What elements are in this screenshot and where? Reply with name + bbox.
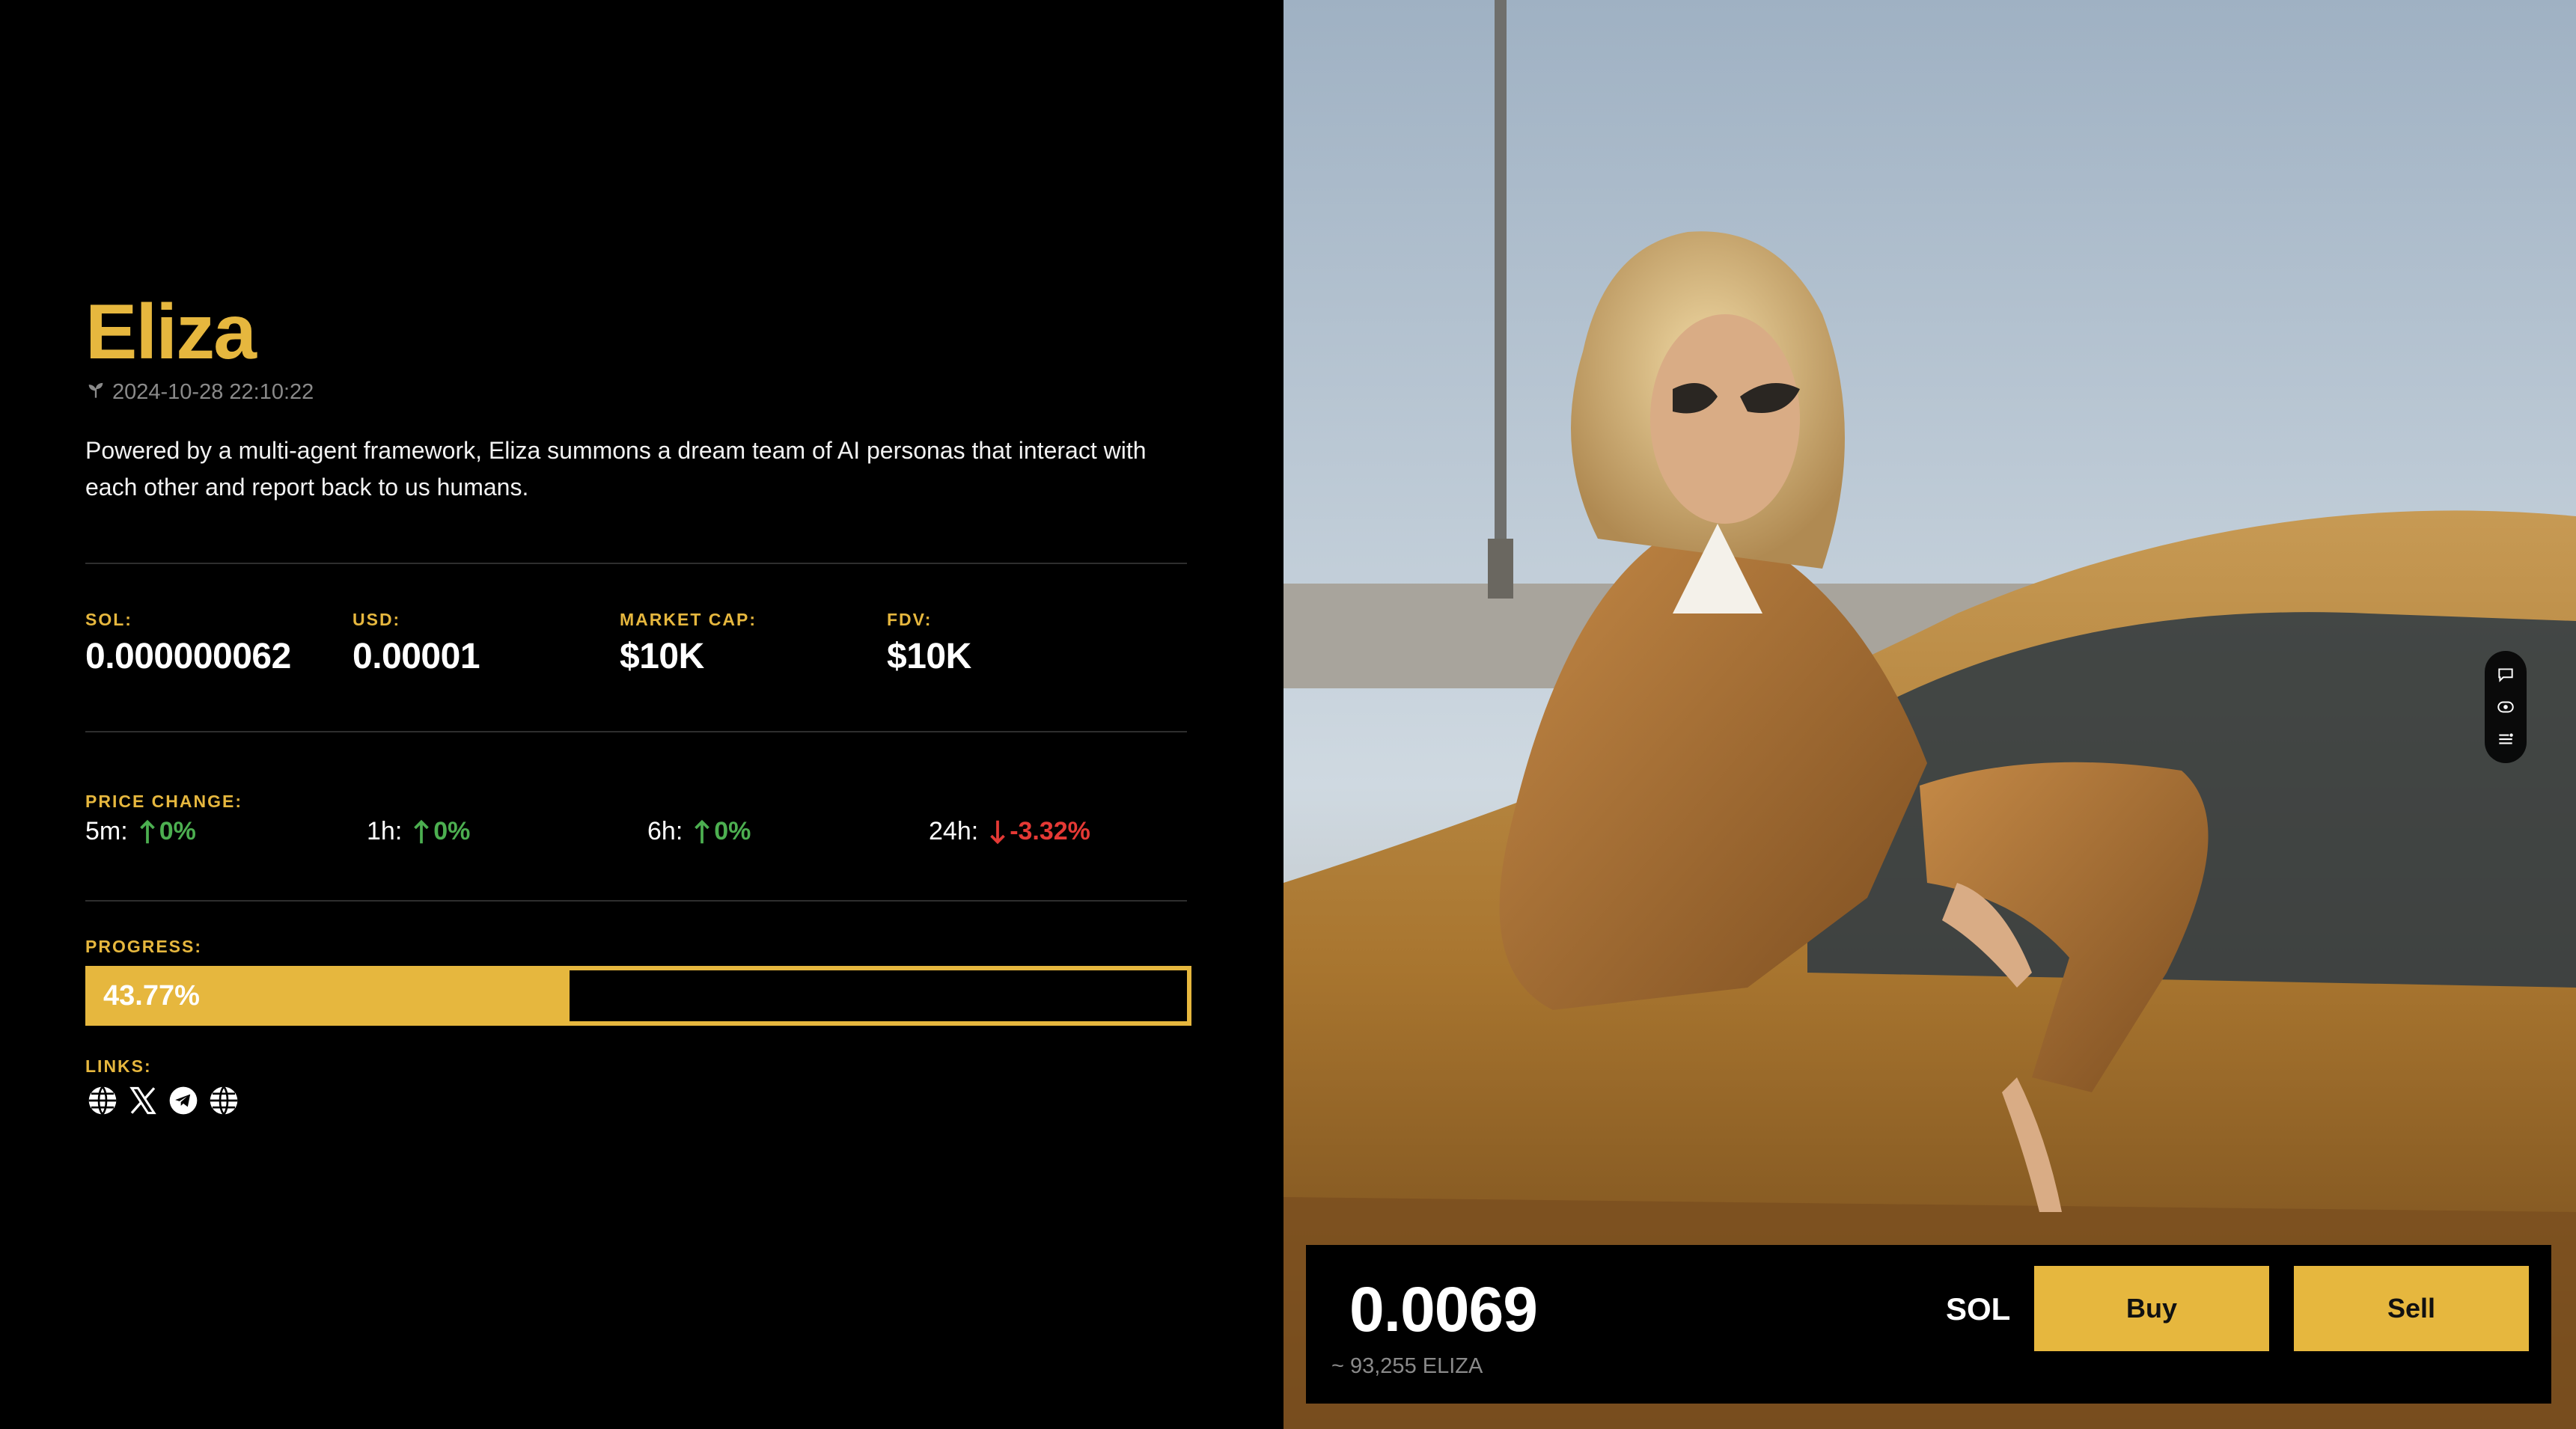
- change-text: -3.32%: [1010, 817, 1090, 845]
- buy-button[interactable]: Buy: [2034, 1266, 2269, 1351]
- divider: [85, 731, 1187, 732]
- chat-icon[interactable]: [2494, 664, 2517, 686]
- change-text: 0%: [159, 817, 196, 845]
- token-photo: [1284, 0, 2576, 1429]
- stat-value: 0.000000062: [85, 637, 291, 676]
- stat-label: FDV:: [887, 610, 933, 629]
- trade-currency: SOL: [1946, 1291, 2011, 1327]
- stat-label: MARKET CAP:: [620, 610, 757, 629]
- trade-amount-input[interactable]: 0.0069: [1349, 1273, 1538, 1346]
- globe-icon[interactable]: [208, 1085, 239, 1116]
- progress-bar: 43.77%: [85, 966, 1191, 1026]
- links-row: [87, 1085, 239, 1116]
- divider: [85, 563, 1187, 564]
- arrow-up-icon: [695, 819, 710, 843]
- change-value: 0%: [137, 817, 196, 846]
- change-value: 0%: [411, 817, 470, 846]
- divider: [85, 900, 1187, 902]
- stat-sol: SOL: 0.000000062: [85, 610, 291, 677]
- arrow-down-icon: [990, 820, 1006, 844]
- side-toolbar: [2485, 651, 2527, 763]
- stat-value: 0.00001: [352, 637, 480, 676]
- token-description: Powered by a multi-agent framework, Eliz…: [85, 437, 1147, 501]
- token-name: Eliza: [85, 289, 257, 376]
- list-icon[interactable]: [2494, 728, 2517, 750]
- telegram-icon[interactable]: [168, 1085, 199, 1116]
- stat-value: $10K: [887, 637, 971, 676]
- trade-panel: 0.0069 ~ 93,255 ELIZA SOL Buy Sell: [1306, 1245, 2551, 1404]
- price-change-5m: 5m: 0%: [85, 817, 196, 846]
- token-image: [1284, 0, 2576, 1429]
- price-change-24h: 24h: -3.32%: [929, 817, 1090, 846]
- progress-text: 43.77%: [103, 980, 200, 1012]
- stat-label: USD:: [352, 610, 401, 629]
- globe-icon[interactable]: [87, 1085, 118, 1116]
- change-value: 0%: [692, 817, 751, 846]
- created-text: 2024-10-28 22:10:22: [112, 379, 314, 404]
- change-text: 0%: [714, 817, 751, 845]
- price-change-label: PRICE CHANGE:: [85, 792, 243, 811]
- token-info-panel: Eliza 2024-10-28 22:10:22 Powered by a m…: [0, 0, 1284, 1429]
- stat-value: $10K: [620, 637, 704, 676]
- x-icon[interactable]: [127, 1085, 159, 1116]
- period-label: 6h:: [647, 817, 683, 845]
- created-timestamp: 2024-10-28 22:10:22: [85, 379, 314, 406]
- price-change-1h: 1h: 0%: [367, 817, 470, 846]
- trade-approx-tokens: ~ 93,255 ELIZA: [1331, 1354, 1483, 1378]
- sprout-icon: [85, 379, 106, 406]
- change-text: 0%: [433, 817, 471, 845]
- stat-usd: USD: 0.00001: [352, 610, 480, 677]
- stat-fdv: FDV: $10K: [887, 610, 971, 677]
- links-label: LINKS:: [85, 1056, 152, 1076]
- stat-label: SOL:: [85, 610, 132, 629]
- change-value: -3.32%: [987, 817, 1090, 846]
- progress-label: PROGRESS:: [85, 937, 203, 956]
- period-label: 24h:: [929, 817, 979, 845]
- stat-market-cap: MARKET CAP: $10K: [620, 610, 757, 677]
- period-label: 1h:: [367, 817, 403, 845]
- period-label: 5m:: [85, 817, 128, 845]
- arrow-up-icon: [414, 819, 430, 843]
- arrow-up-icon: [139, 819, 155, 843]
- eye-icon[interactable]: [2494, 696, 2517, 718]
- sell-button[interactable]: Sell: [2294, 1266, 2529, 1351]
- price-change-6h: 6h: 0%: [647, 817, 751, 846]
